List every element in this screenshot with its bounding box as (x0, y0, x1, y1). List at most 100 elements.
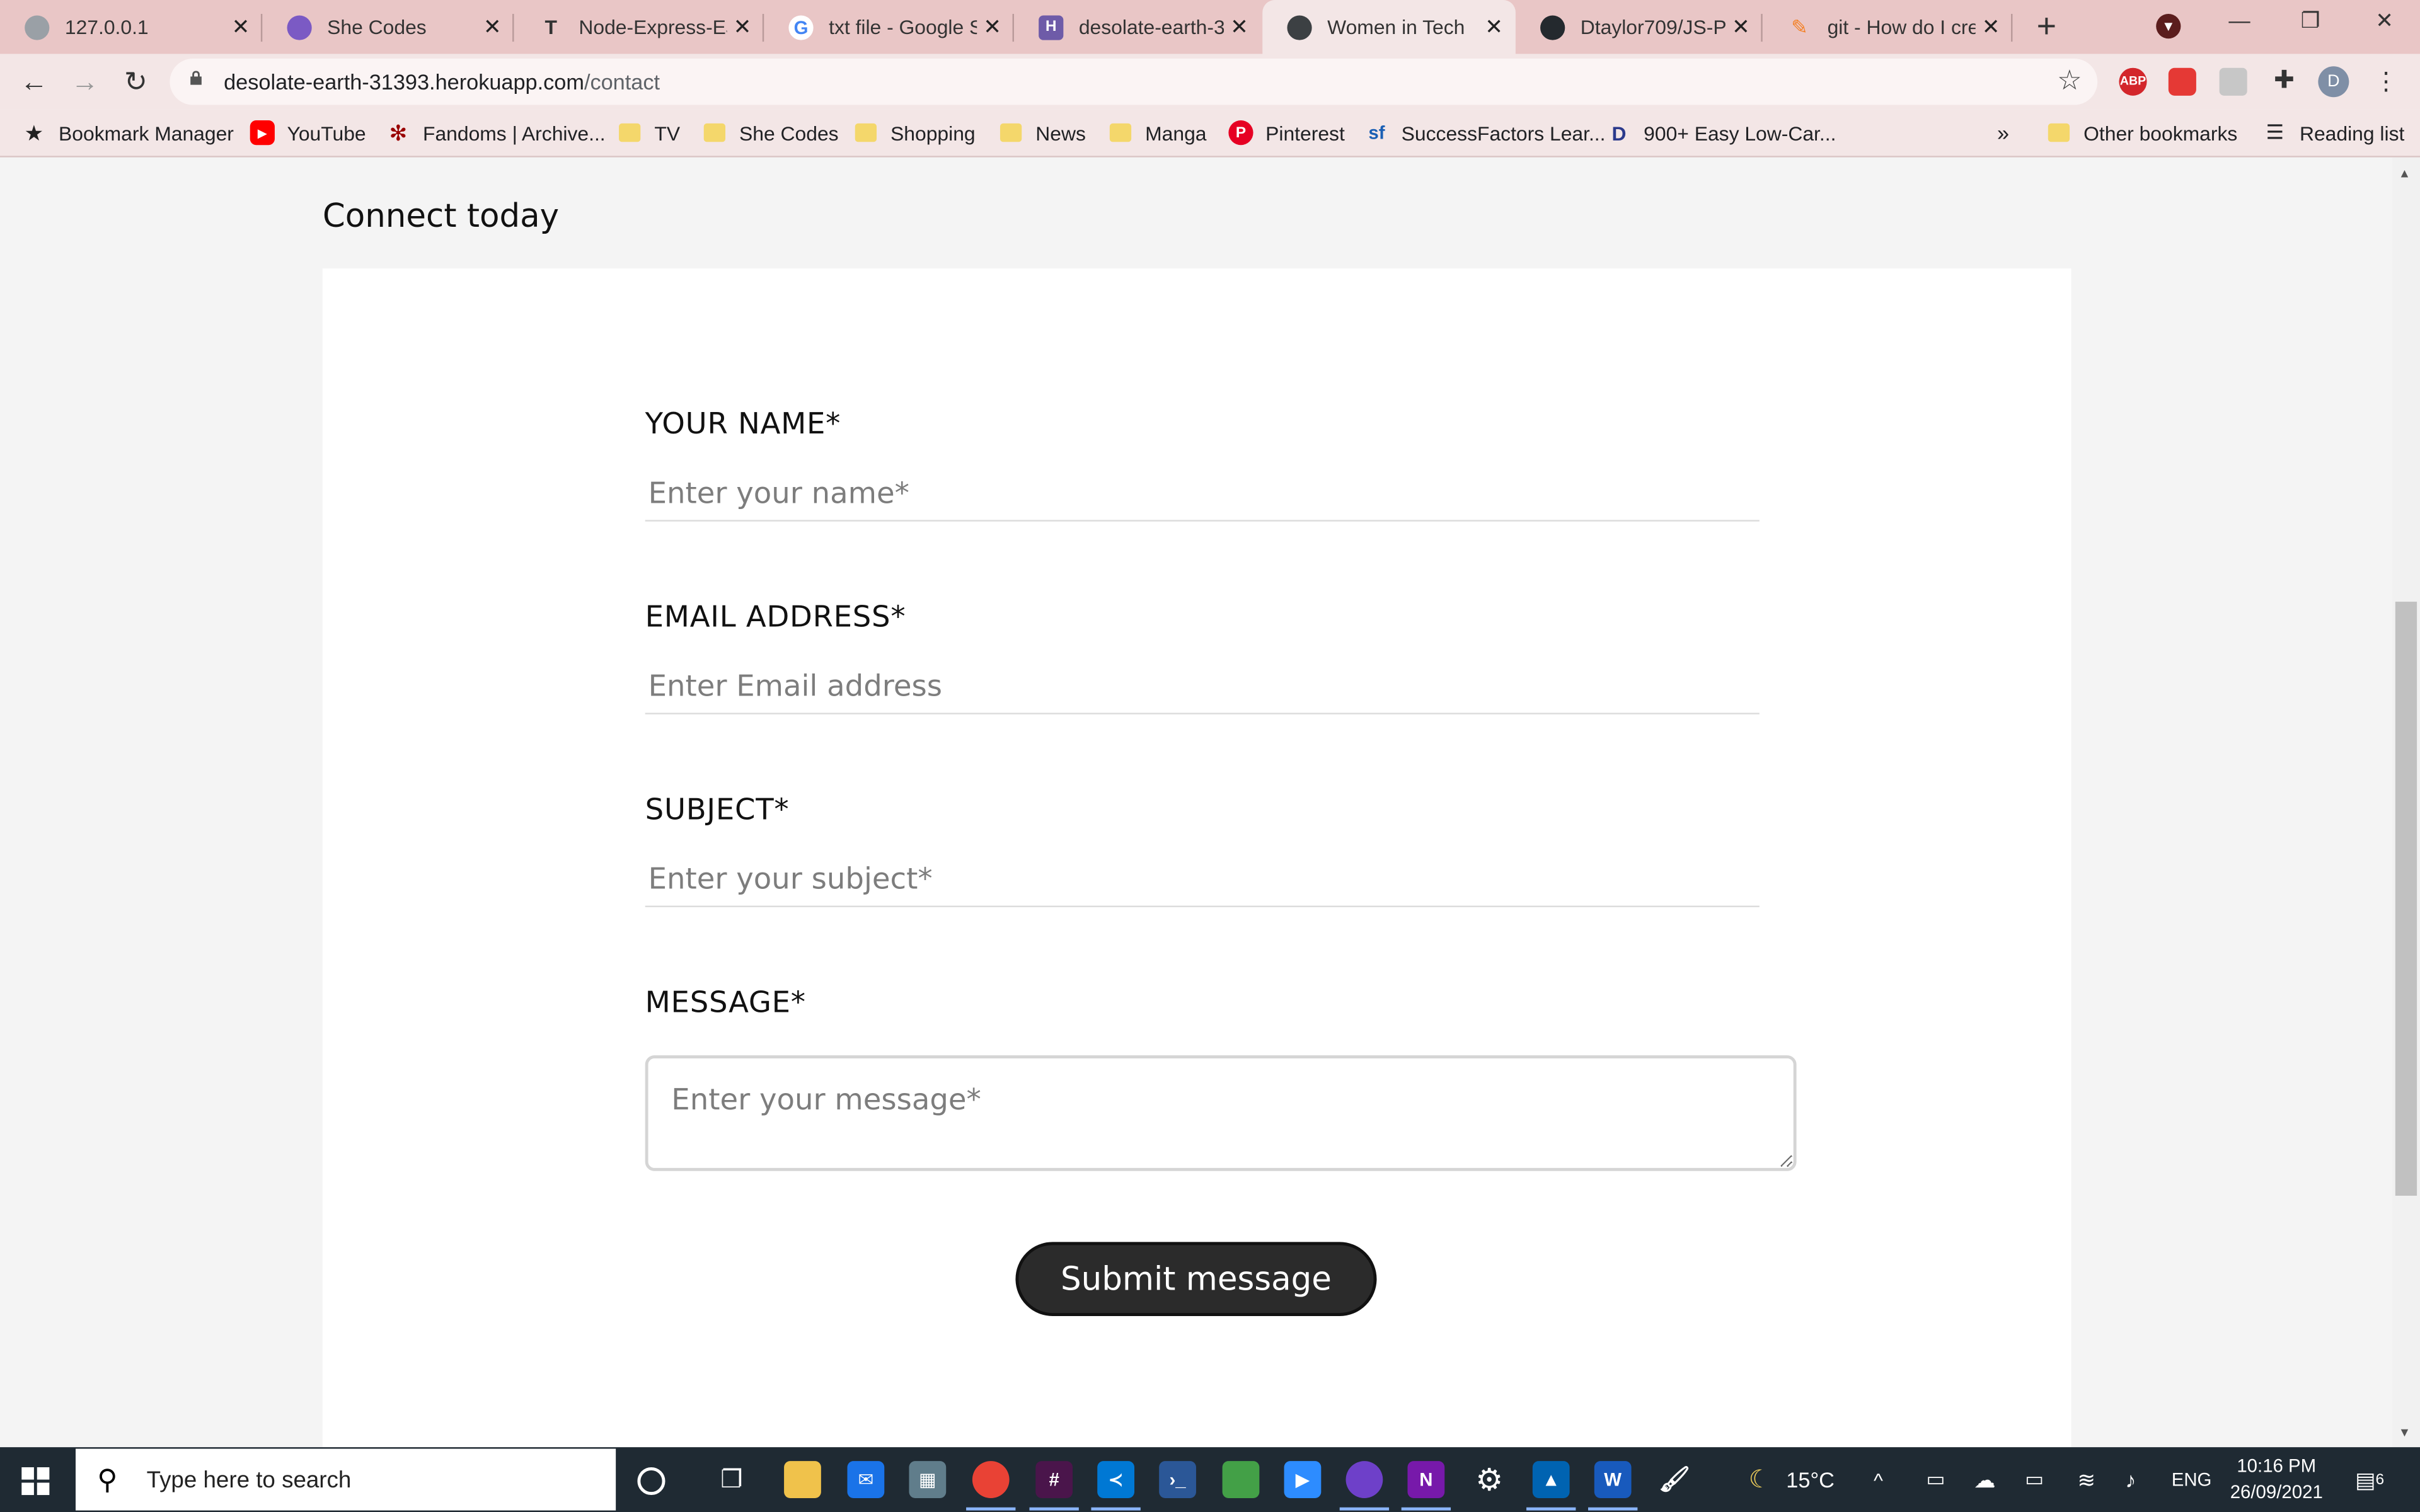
menu-icon[interactable]: ⋮ (2374, 66, 2399, 97)
tab-title: Women in Tech (1327, 15, 1465, 39)
language-indicator[interactable]: ENG (2172, 1447, 2212, 1512)
bookmark-other[interactable]: Other bookmarks (2046, 110, 2237, 156)
profile-avatar[interactable]: D (2318, 66, 2349, 98)
close-icon[interactable]: ✕ (727, 14, 758, 40)
globe-icon (1287, 14, 1312, 40)
tab-stackoverflow[interactable]: ✎ git - How do I create ✕ (1763, 0, 2013, 54)
bookmark-star-icon[interactable]: ☆ (2057, 65, 2082, 97)
back-button[interactable]: ← (17, 65, 51, 99)
powershell-icon[interactable]: ›_ (1159, 1461, 1196, 1498)
name-input[interactable] (645, 467, 1760, 522)
notion-icon: T (544, 15, 558, 39)
minimize-button[interactable]: — (2216, 8, 2262, 38)
close-icon[interactable]: ✕ (977, 14, 1008, 40)
volume-icon[interactable]: ♪ (2125, 1447, 2136, 1512)
reading-list-button[interactable]: ☰ Reading list (2262, 110, 2405, 156)
bookmark-folder-shopping[interactable]: Shopping (853, 110, 976, 156)
bookmark-youtube[interactable]: ▶ YouTube (250, 110, 366, 156)
bookmarks-overflow-button[interactable]: » (1997, 110, 2009, 156)
bookmark-pinterest[interactable]: P Pinterest (1228, 110, 1345, 156)
cortana-icon[interactable] (637, 1467, 666, 1496)
mail-icon[interactable]: ✉ (847, 1461, 885, 1498)
tab-localhost[interactable]: 127.0.0.1 ✕ (0, 0, 263, 54)
tab-node-express[interactable]: T Node-Express-EJS ✕ (514, 0, 764, 54)
message-label: MESSAGE* (645, 985, 806, 1020)
bookmark-successfactors[interactable]: sf SuccessFactors Lear... (1364, 110, 1605, 156)
d-icon: D (1611, 121, 1627, 144)
stackoverflow-icon: ✎ (1791, 14, 1808, 38)
scrollbar-thumb[interactable] (2395, 602, 2417, 1196)
settings-gear-icon[interactable]: ⚙ (1471, 1461, 1508, 1498)
bookmark-folder-tv[interactable]: TV (618, 110, 680, 156)
tab-strip: 127.0.0.1 ✕ She Codes ✕ T Node-Express-E… (0, 0, 2420, 54)
file-explorer-icon[interactable] (784, 1461, 821, 1498)
page-heading: Connect today (322, 197, 560, 235)
taskbar-search-box[interactable]: ⚲ Type here to search (76, 1448, 616, 1511)
tray-overflow-icon[interactable]: ^ (1874, 1447, 1883, 1512)
close-icon[interactable]: ✕ (1976, 14, 2007, 40)
bookmark-folder-she-codes[interactable]: She Codes (702, 110, 839, 156)
email-label: EMAIL ADDRESS* (645, 600, 906, 634)
extension-icon[interactable] (2219, 67, 2247, 96)
chrome-icon[interactable] (966, 1461, 1016, 1511)
reload-button[interactable]: ↻ (119, 65, 153, 99)
bookmark-folder-news[interactable]: News (998, 110, 1086, 156)
close-icon[interactable]: ✕ (1478, 14, 1509, 40)
tab-title: Node-Express-EJS (579, 15, 727, 39)
bookmark-low-carb[interactable]: D 900+ Easy Low-Car... (1606, 110, 1836, 156)
slack-icon[interactable]: # (1029, 1461, 1079, 1511)
weather-widget[interactable]: ☾ 15°C (1749, 1447, 1835, 1512)
tab-she-codes[interactable]: She Codes ✕ (262, 0, 514, 54)
scroll-down-icon[interactable]: ▼ (2399, 1426, 2411, 1440)
forward-button[interactable]: → (68, 65, 102, 99)
tab-search-icon[interactable]: ▼ (2156, 14, 2181, 39)
github-desktop-icon[interactable] (1339, 1461, 1390, 1511)
close-icon[interactable]: ✕ (477, 14, 508, 40)
adblock-icon[interactable]: ABP (2119, 67, 2147, 96)
calculator-icon[interactable]: ▦ (909, 1461, 947, 1498)
message-textarea[interactable] (645, 1055, 1797, 1171)
onenote-icon[interactable]: N (1401, 1461, 1451, 1511)
new-tab-button[interactable]: + (2028, 8, 2065, 47)
maximize-button[interactable]: ❐ (2287, 8, 2333, 38)
bookmark-manager[interactable]: ★ Bookmark Manager (21, 110, 234, 156)
close-icon[interactable]: ✕ (1224, 14, 1255, 40)
scroll-up-icon[interactable]: ▲ (2399, 166, 2411, 180)
photos-icon[interactable]: ▲ (1526, 1461, 1576, 1511)
close-icon[interactable]: ✕ (1726, 14, 1756, 40)
email-input[interactable] (645, 660, 1760, 714)
extension-lastpass-icon[interactable] (2168, 67, 2196, 96)
bookmark-fandoms[interactable]: ✻ Fandoms | Archive... (386, 110, 605, 156)
address-bar[interactable]: desolate-earth-31393.herokuapp.com/conta… (170, 59, 2098, 105)
onedrive-icon[interactable]: ☁ (1974, 1447, 1995, 1512)
lock-icon[interactable] (188, 71, 204, 85)
tab-women-in-tech[interactable]: Women in Tech ✕ (1262, 0, 1516, 54)
nodejs-icon[interactable] (1222, 1461, 1260, 1498)
submit-message-button[interactable]: Submit message (1015, 1242, 1377, 1316)
battery-icon[interactable]: ▭ (2025, 1447, 2044, 1512)
notification-center-icon[interactable]: ▤ 6 (2355, 1447, 2384, 1512)
paint-icon[interactable]: 🖌 (1656, 1461, 1693, 1498)
github-icon (1540, 14, 1565, 40)
word-icon[interactable]: W (1588, 1461, 1638, 1511)
folder-icon (618, 120, 642, 145)
vscode-icon[interactable]: ≺ (1091, 1461, 1141, 1511)
tab-google-search[interactable]: G txt file - Google Search ✕ (764, 0, 1014, 54)
bookmarks-bar: ★ Bookmark Manager ▶ YouTube ✻ Fandoms |… (0, 109, 2420, 158)
puzzle-icon[interactable]: ✚ (2270, 68, 2298, 96)
subject-input[interactable] (645, 853, 1760, 908)
close-icon[interactable]: ✕ (226, 14, 256, 40)
she-codes-icon (287, 14, 312, 40)
taskbar-clock[interactable]: 10:16 PM 26/09/2021 (2223, 1453, 2331, 1506)
meet-icon[interactable]: ▭ (1926, 1447, 1945, 1512)
zoom-icon[interactable]: ▶ (1284, 1461, 1322, 1498)
tab-heroku[interactable]: H desolate-earth-31393 ✕ (1014, 0, 1261, 54)
bookmark-folder-manga[interactable]: Manga (1108, 110, 1206, 156)
pinterest-icon: P (1228, 120, 1253, 146)
windows-start-icon[interactable] (21, 1467, 50, 1496)
page-scrollbar[interactable]: ▲ ▼ (2392, 157, 2420, 1448)
tab-github[interactable]: Dtaylor709/JS-Project ✕ (1516, 0, 1763, 54)
task-view-icon[interactable]: ❐ (713, 1461, 750, 1498)
window-close-button[interactable]: ✕ (2361, 8, 2407, 38)
wifi-icon[interactable]: ≋ (2077, 1447, 2095, 1512)
